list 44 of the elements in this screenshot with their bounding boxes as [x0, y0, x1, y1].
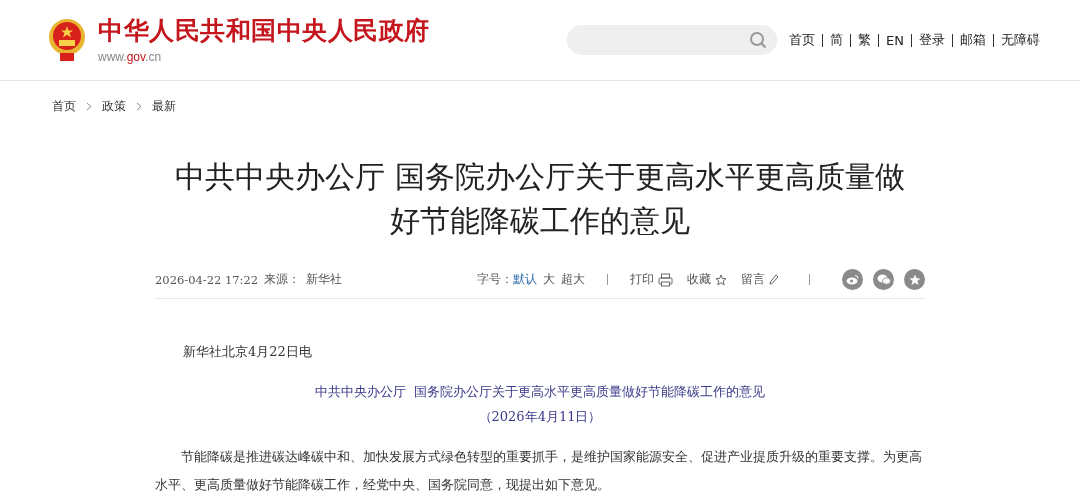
wechat-icon	[876, 274, 891, 285]
body-paragraph: 节能降碳是推进碳达峰碳中和、加快发展方式绿色转型的重要抓手，是维护国家能源安全、促进产业提质升级的重要支撑。为更高水平、更高质量做好节能降碳工作，经党中央、国务院同意，现提出如下意见。	[155, 448, 923, 494]
tool-label: 留言	[741, 272, 765, 287]
breadcrumb-link[interactable]: 最新	[152, 98, 176, 115]
share-button[interactable]	[904, 269, 925, 290]
dateline: 新华社北京4月22日电	[183, 343, 313, 361]
font-size-label: 字号：	[477, 272, 513, 287]
tool-label: 打印	[630, 272, 654, 287]
search-field[interactable]	[567, 25, 778, 55]
nav-link[interactable]: 简	[830, 31, 844, 49]
weibo-icon	[846, 274, 859, 285]
source-name: 新华社	[306, 272, 343, 287]
nav-link[interactable]: 无障碍	[1001, 31, 1040, 49]
article-title: 中共中央办公厅 国务院办公厅关于更高水平更高质量做好节能降碳工作的意见	[174, 158, 906, 240]
site-title: 中华人民共和国中央人民政府	[98, 16, 430, 46]
share-button[interactable]	[873, 269, 894, 290]
breadcrumb-link[interactable]: 首页	[52, 98, 76, 115]
document-date: （2026年4月11日）	[477, 408, 603, 426]
publish-date: 2026-04-22 17:22	[155, 272, 259, 287]
tool-label: 收藏	[687, 272, 711, 287]
source-label: 来源：	[264, 272, 301, 287]
nav-link[interactable]: 繁	[858, 31, 872, 49]
breadcrumb-link[interactable]: 政策	[102, 98, 126, 115]
nav-link[interactable]: 邮箱	[960, 31, 986, 49]
share-button[interactable]	[842, 269, 863, 290]
chevron-icon	[136, 102, 142, 111]
tool-link[interactable]: 留言	[741, 272, 779, 287]
site-url: www.gov.cn	[98, 50, 163, 64]
printer-icon	[658, 272, 673, 287]
chevron-icon	[86, 102, 92, 111]
pencil-icon	[769, 274, 779, 285]
document-title: 中共中央办公厅 国务院办公厅关于更高水平更高质量做好节能降碳工作的意见	[313, 383, 767, 401]
font-size-option[interactable]: 大	[543, 272, 555, 287]
star-icon	[715, 273, 727, 286]
font-size-option[interactable]: 默认	[513, 272, 537, 287]
star-icon	[908, 273, 921, 286]
nav-link[interactable]: 首页	[789, 31, 816, 49]
font-size-option[interactable]: 超大	[561, 272, 585, 287]
tool-link[interactable]: 收藏	[687, 272, 727, 287]
nav-link[interactable]: EN	[886, 32, 904, 48]
tool-link[interactable]: 打印	[630, 272, 673, 287]
national-emblem-icon	[46, 18, 88, 62]
nav-link[interactable]: 登录	[919, 31, 945, 49]
search-icon[interactable]	[749, 31, 768, 49]
